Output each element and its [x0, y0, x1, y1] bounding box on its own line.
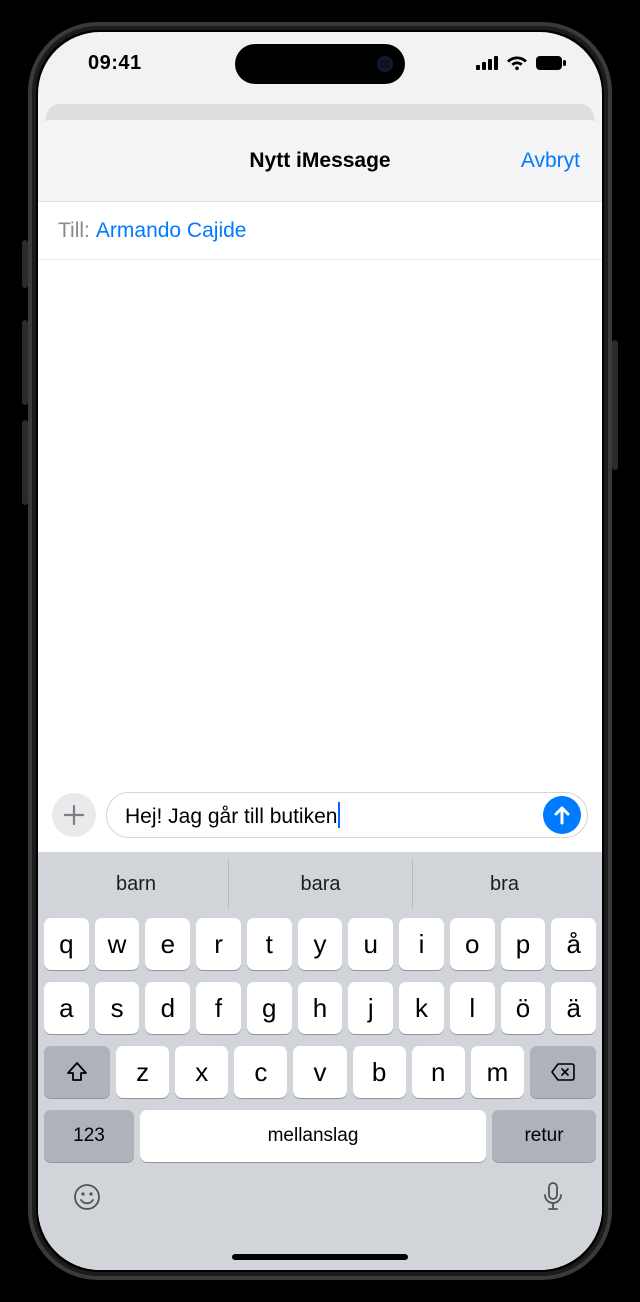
shift-icon [66, 1061, 88, 1083]
to-recipient[interactable]: Armando Cajide [96, 219, 247, 243]
shift-key[interactable] [44, 1046, 110, 1098]
message-input[interactable]: Hej! Jag går till butiken [106, 792, 588, 838]
dynamic-island [235, 44, 405, 84]
key-å[interactable]: å [551, 918, 596, 970]
key-c[interactable]: c [234, 1046, 287, 1098]
navbar: Nytt iMessage Avbryt [38, 120, 602, 202]
backspace-icon [550, 1062, 576, 1082]
status-time: 09:41 [88, 52, 142, 75]
key-p[interactable]: p [501, 918, 546, 970]
key-x[interactable]: x [175, 1046, 228, 1098]
battery-icon [536, 56, 566, 70]
backspace-key[interactable] [530, 1046, 596, 1098]
key-row-1: q w e r t y u i o p å [44, 918, 596, 970]
key-i[interactable]: i [399, 918, 444, 970]
key-a[interactable]: a [44, 982, 89, 1034]
emoji-icon [72, 1182, 102, 1212]
key-f[interactable]: f [196, 982, 241, 1034]
status-icons [476, 55, 566, 71]
key-n[interactable]: n [412, 1046, 465, 1098]
key-s[interactable]: s [95, 982, 140, 1034]
send-button[interactable] [543, 796, 581, 834]
keyboard: barn bara bra q w e r t y u i o p å [38, 852, 602, 1270]
key-row-4: 123 mellanslag retur [44, 1110, 596, 1162]
cellular-icon [476, 56, 498, 70]
suggestion-2[interactable]: bara [228, 860, 412, 908]
key-r[interactable]: r [196, 918, 241, 970]
key-ö[interactable]: ö [501, 982, 546, 1034]
key-k[interactable]: k [399, 982, 444, 1034]
key-u[interactable]: u [348, 918, 393, 970]
key-b[interactable]: b [353, 1046, 406, 1098]
key-h[interactable]: h [298, 982, 343, 1034]
sheet-title: Nytt iMessage [38, 149, 602, 173]
emoji-button[interactable] [70, 1180, 104, 1214]
keyboard-toolbar [44, 1174, 596, 1214]
key-z[interactable]: z [116, 1046, 169, 1098]
key-q[interactable]: q [44, 918, 89, 970]
numbers-key[interactable]: 123 [44, 1110, 134, 1162]
key-y[interactable]: y [298, 918, 343, 970]
text-cursor [338, 802, 340, 828]
key-v[interactable]: v [293, 1046, 346, 1098]
message-text: Hej! Jag går till butiken [125, 805, 337, 828]
suggestion-bar: barn bara bra [44, 860, 596, 908]
key-j[interactable]: j [348, 982, 393, 1034]
compose-sheet: Nytt iMessage Avbryt Till: Armando Cajid… [38, 120, 602, 1270]
arrow-up-icon [553, 805, 571, 825]
plus-icon [64, 805, 84, 825]
cancel-button[interactable]: Avbryt [521, 149, 580, 173]
space-key[interactable]: mellanslag [140, 1110, 486, 1162]
key-w[interactable]: w [95, 918, 140, 970]
message-composer: Hej! Jag går till butiken [38, 782, 602, 852]
iphone-screen: 09:41 Nytt iMessage Avbryt Till: Armando… [38, 32, 602, 1270]
microphone-icon [542, 1182, 564, 1212]
key-row-2: a s d f g h j k l ö ä [44, 982, 596, 1034]
to-field-row[interactable]: Till: Armando Cajide [38, 202, 602, 260]
wifi-icon [506, 55, 528, 71]
suggestion-3[interactable]: bra [412, 860, 596, 908]
return-key[interactable]: retur [492, 1110, 596, 1162]
suggestion-1[interactable]: barn [44, 860, 228, 908]
conversation-area [38, 260, 602, 782]
key-e[interactable]: e [145, 918, 190, 970]
key-d[interactable]: d [145, 982, 190, 1034]
home-indicator[interactable] [232, 1254, 408, 1260]
key-o[interactable]: o [450, 918, 495, 970]
to-label: Till: [58, 219, 90, 243]
key-m[interactable]: m [471, 1046, 524, 1098]
key-row-3: z x c v b n m [44, 1046, 596, 1098]
key-t[interactable]: t [247, 918, 292, 970]
key-l[interactable]: l [450, 982, 495, 1034]
key-g[interactable]: g [247, 982, 292, 1034]
key-ä[interactable]: ä [551, 982, 596, 1034]
dictation-button[interactable] [536, 1180, 570, 1214]
add-attachment-button[interactable] [52, 793, 96, 837]
